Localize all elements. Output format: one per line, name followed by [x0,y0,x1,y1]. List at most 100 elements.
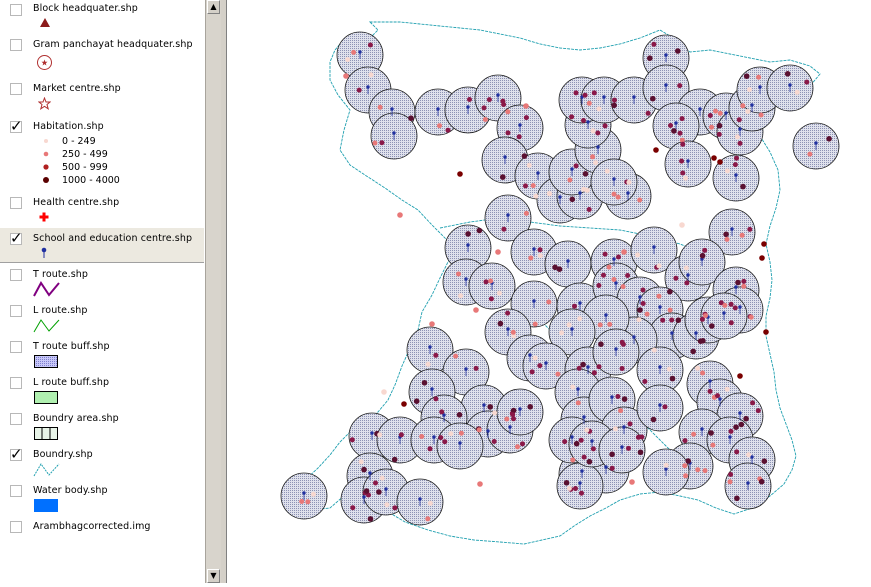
layer-checkbox[interactable] [10,269,22,281]
legend-class-label: 1000 - 4000 [62,175,120,186]
layer-name: School and education centre.shp [33,233,193,244]
layer-checkbox[interactable] [10,413,22,425]
habitation-point [510,329,516,335]
legend-class-label: 500 - 999 [62,162,108,173]
habitation-point [579,490,584,496]
habitation-point [707,388,713,394]
layer-market-centre[interactable]: Market centre.shp [0,78,204,116]
habitation-point [596,283,602,288]
habitation-point [682,438,688,444]
map-view[interactable] [227,0,871,583]
layer-gram-panchayat-headquater[interactable]: Gram panchayat headquater.shp [0,34,204,78]
habitation-point [567,177,573,183]
layer-checkbox[interactable]: ✓ [10,447,23,462]
habitation-point [637,449,644,456]
layer-checkbox[interactable] [10,377,22,389]
layer-l-route-buff[interactable]: L route buff.shp [0,372,204,408]
habitation-point [653,147,659,153]
layer-checkbox[interactable] [10,4,22,16]
habitation-point [660,317,666,323]
habitation-point [709,124,714,130]
habitation-point [677,130,683,136]
habitation-point [398,432,404,438]
layer-checkbox[interactable]: ✓ [10,231,23,246]
layer-checkbox[interactable] [10,305,22,317]
habitation-point [546,191,552,196]
habitation-point [602,251,608,257]
dot-icon [43,164,49,170]
layer-name: Boundry.shp [33,449,93,460]
habitation-point [488,296,494,302]
habitation-point [637,197,643,203]
layer-checkbox[interactable] [10,485,22,497]
habitation-point [607,321,613,327]
habitation-point [741,278,747,284]
habitation-point [473,307,479,313]
legend-scrollbar[interactable]: ▲ ▼ [205,0,221,583]
layer-t-route-buff[interactable]: T route buff.shp [0,336,204,372]
habitation-point [566,485,572,491]
habitation-point [700,370,706,376]
habitation-point [515,444,520,450]
layer-name: Arambhagcorrected.img [33,521,151,532]
layer-boundry[interactable]: ✓ Boundry.shp [0,444,204,480]
habitation-point [442,439,448,445]
layer-checkbox[interactable] [10,521,22,533]
layer-health-centre[interactable]: Health centre.shp [0,192,204,228]
habitation-point [734,134,740,140]
habitation-point [500,174,506,180]
habitation-point [586,207,592,212]
layer-name: Block headquater.shp [33,3,138,14]
habitation-point [675,48,681,54]
habitation-point [683,265,689,271]
layer-school-education-centre[interactable]: ✓ School and education centre.shp [0,228,204,262]
habitation-point [505,130,511,136]
habitation-point [457,171,463,177]
scroll-up-button[interactable]: ▲ [207,0,220,14]
habitation-point [679,158,685,164]
habitation-point [644,311,650,317]
layer-block-headquater[interactable]: Block headquater.shp [0,0,204,34]
layer-checkbox[interactable] [10,341,22,353]
layer-arambhagcorrected-img[interactable]: Arambhagcorrected.img [0,516,204,546]
habitation-point [734,449,740,455]
habitation-point [683,175,689,181]
habitation-point [575,400,581,406]
scroll-down-button[interactable]: ▼ [207,569,220,583]
habitation-point [651,41,657,47]
layer-water-body[interactable]: Water body.shp [0,480,204,516]
habitation-point [456,271,461,277]
habitation-point [438,435,444,441]
layer-checkbox[interactable] [10,83,22,95]
layer-habitation[interactable]: ✓ Habitation.shp 0 - 249 250 - 499 500 -… [0,116,204,192]
habitation-point [662,404,668,410]
habitation-point [532,321,538,327]
habitation-point [756,74,762,80]
habitation-point [569,114,575,120]
layer-checkbox[interactable] [10,197,22,209]
layer-checkbox[interactable]: ✓ [10,119,23,134]
layer-boundry-area[interactable]: Boundry area.shp [0,408,204,444]
habitation-point [606,264,612,270]
layer-checkbox[interactable] [10,39,22,51]
habitation-point [737,373,743,379]
habitation-point [591,370,597,376]
layer-l-route[interactable]: L route.shp [0,300,204,336]
habitation-point [573,486,578,491]
habitation-point [732,162,738,168]
habitation-point [527,404,533,410]
habitation-point [741,283,747,289]
habitation-point [635,252,641,258]
habitation-point [372,140,378,146]
habitation-point [377,432,383,438]
habitation-point [621,396,628,402]
habitation-point [504,416,510,422]
habitation-point [604,168,610,174]
habitation-point [807,151,813,157]
check-mark-icon: ✓ [10,229,23,247]
habitation-point [437,123,442,129]
habitation-point [481,105,487,111]
layer-t-route[interactable]: T route.shp [0,264,204,300]
habitation-point [747,226,753,232]
habitation-point [476,427,482,433]
